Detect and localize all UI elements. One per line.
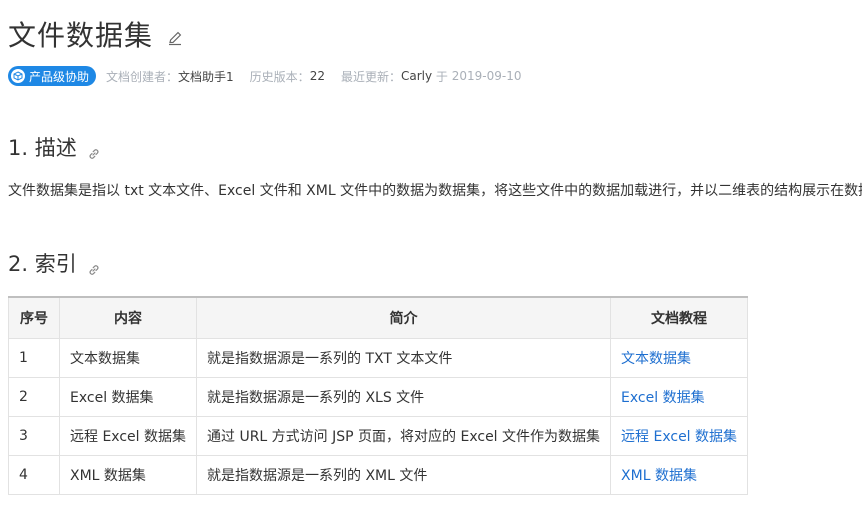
link-icon[interactable] [87, 142, 101, 159]
page-title: 文件数据集 [8, 19, 154, 52]
cell-no: 3 [8, 416, 60, 456]
updated-date: 2019-09-10 [451, 69, 522, 83]
table-row: 1 文本数据集 就是指数据源是一系列的 TXT 文本文件 文本数据集 [8, 338, 749, 378]
cell-intro: 通过 URL 方式访问 JSP 页面，将对应的 Excel 文件作为数据集 [195, 416, 612, 456]
cell-no: 2 [8, 377, 60, 417]
section-heading-text: 2. 索引 [8, 252, 77, 276]
creator-label: 文档创建者： [106, 69, 179, 84]
column-header: 内容 [59, 296, 197, 339]
creator-name[interactable]: 文档助手1 [178, 68, 234, 85]
doc-link[interactable]: 远程 Excel 数据集 [610, 416, 749, 456]
badge-label: 产品级协助 [29, 69, 90, 84]
doc-link[interactable]: 文本数据集 [610, 338, 749, 378]
column-header: 序号 [8, 296, 60, 339]
updated-by[interactable]: Carly [401, 69, 432, 83]
cell-no: 4 [8, 455, 60, 495]
link-icon[interactable] [87, 258, 101, 275]
cell-no: 1 [8, 338, 60, 378]
cell-intro: 就是指数据源是一系列的 XML 文件 [195, 455, 612, 495]
version-label: 历史版本： [249, 69, 310, 84]
cell-content: XML 数据集 [59, 455, 197, 495]
column-header: 简介 [195, 296, 612, 339]
cell-intro: 就是指数据源是一系列的 XLS 文件 [195, 377, 612, 417]
table-row: 3 远程 Excel 数据集 通过 URL 方式访问 JSP 页面，将对应的 E… [8, 416, 749, 456]
section-heading-description: 1. 描述 [8, 132, 101, 162]
index-table: 序号 内容 简介 文档教程 1 文本数据集 就是指数据源是一系列的 TXT 文本… [8, 296, 749, 495]
version-count[interactable]: 22 [310, 69, 325, 83]
doc-link[interactable]: XML 数据集 [610, 455, 749, 495]
updated-label: 最近更新： [340, 69, 401, 84]
meta-row: 产品级协助 文档创建者： 文档助手1 历史版本： 22 最近更新： Carly … [8, 66, 521, 86]
section-heading-text: 1. 描述 [8, 136, 77, 160]
doc-link[interactable]: Excel 数据集 [610, 377, 749, 417]
table-header-row: 序号 内容 简介 文档教程 [8, 296, 749, 339]
pencil-icon[interactable] [167, 30, 183, 46]
cell-content: 远程 Excel 数据集 [59, 416, 197, 456]
title-row: 文件数据集 [8, 14, 183, 54]
cell-content: Excel 数据集 [59, 377, 197, 417]
updated-sep: 于 [432, 69, 452, 84]
column-header: 文档教程 [610, 296, 749, 339]
cell-intro: 就是指数据源是一系列的 TXT 文本文件 [195, 338, 612, 378]
cube-icon [11, 69, 25, 83]
section-heading-index: 2. 索引 [8, 248, 101, 278]
product-badge[interactable]: 产品级协助 [8, 66, 97, 86]
table-row: 2 Excel 数据集 就是指数据源是一系列的 XLS 文件 Excel 数据集 [8, 377, 749, 417]
table-row: 4 XML 数据集 就是指数据源是一系列的 XML 文件 XML 数据集 [8, 455, 749, 495]
description-text: 文件数据集是指以 txt 文本文件、Excel 文件和 XML 文件中的数据为数… [8, 183, 862, 199]
cell-content: 文本数据集 [59, 338, 197, 378]
